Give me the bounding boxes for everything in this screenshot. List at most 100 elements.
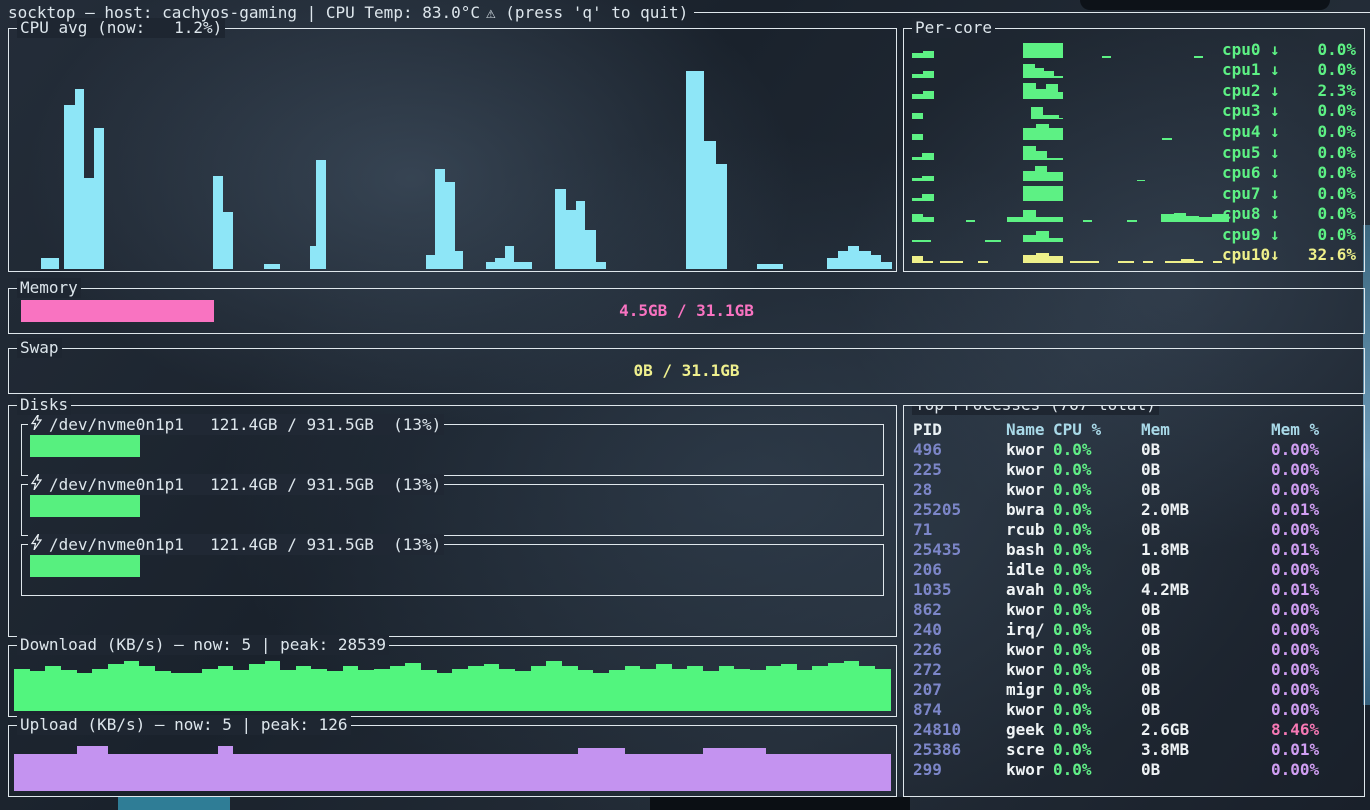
cpu10-spark-bar (923, 261, 932, 263)
download-bar (531, 666, 547, 711)
process-pid: 496 (913, 440, 1006, 460)
disk-gauge: 13% (30, 435, 875, 457)
cpu6-sparkline (912, 164, 1229, 181)
upload-bar (124, 754, 140, 791)
download-bar (343, 666, 359, 711)
download-bar (766, 666, 782, 711)
disk-gauge-fill (30, 495, 140, 517)
download-bar (14, 669, 30, 711)
cpu1-value: 0.0% (1280, 60, 1356, 79)
cpu10-spark-bar (940, 261, 962, 263)
cpu-avg-bar (75, 89, 85, 269)
download-history-chart (14, 658, 891, 711)
process-pid: 207 (913, 680, 1006, 700)
cpu6-spark-bar (1137, 180, 1145, 181)
upload-bar (797, 754, 813, 791)
cpu-avg-bar (316, 160, 326, 269)
disk-row-title: /dev/nvme0n1p1 121.4GB / 931.5GB (13%) (28, 474, 444, 495)
disk-gauge-fill (30, 555, 140, 577)
cpu-avg-bar (505, 246, 514, 269)
cpu2-spark-bar (1023, 83, 1036, 99)
process-cpu: 0.0% (1053, 660, 1141, 680)
process-row: 25386scre0.0%3.8MB0.01% (913, 740, 1360, 760)
cpu10-spark-bar (1070, 261, 1089, 263)
download-bar (171, 673, 187, 711)
cpu0-spark-bar (1194, 56, 1203, 58)
process-mem: 0B (1141, 680, 1271, 700)
download-bar (311, 669, 327, 711)
swap-panel: Swap 0B / 31.1GB (8, 348, 1365, 394)
cpu3-sparkline (912, 103, 1229, 120)
download-bar (77, 673, 93, 711)
process-mem: 0B (1141, 560, 1271, 580)
cpu9-value: 0.0% (1280, 225, 1356, 244)
down-arrow-icon: ↓ (1270, 184, 1280, 203)
cpu7-sparkline (912, 185, 1229, 202)
process-cpu: 0.0% (1053, 480, 1141, 500)
column-header-mem: Mem (1141, 420, 1271, 440)
cpu0-spark-bar (923, 51, 934, 58)
process-name: bwra (1006, 500, 1053, 520)
process-pid: 225 (913, 460, 1006, 480)
process-mempct: 0.00% (1271, 460, 1360, 480)
cpu7-name: cpu7 (1222, 184, 1270, 203)
cpu9-spark-bar (912, 240, 931, 243)
disks-panel-title: Disks (17, 395, 71, 415)
upload-panel-title: Upload (KB/s) — now: 5 | peak: 126 (17, 715, 351, 735)
cpu7-spark-bar (912, 198, 922, 202)
download-bar (703, 671, 719, 711)
app-title: socktop — host: cachyos-gaming | CPU Tem… (8, 3, 480, 22)
cpu8-sparkline (912, 205, 1229, 222)
cpu2-spark-bar (1058, 92, 1063, 99)
upload-bar (202, 754, 218, 791)
process-mem: 0B (1141, 660, 1271, 680)
process-row: 225kwor0.0%0B0.00% (913, 460, 1360, 480)
disk-device-name: /dev/nvme0n1p1 (49, 535, 184, 555)
cpu4-value: 0.0% (1280, 122, 1356, 141)
download-bar (672, 669, 688, 711)
upload-bar (515, 754, 531, 791)
process-pid: 299 (913, 760, 1006, 780)
cpu1-spark-bar (1035, 68, 1044, 78)
per-core-panel: Per-core cpu0↓0.0%cpu1↓0.0%cpu2↓2.3%cpu3… (903, 28, 1365, 272)
cpu1-name: cpu1 (1222, 60, 1270, 79)
download-bar (296, 666, 312, 711)
cpu0-label: cpu0↓0.0% (1222, 39, 1356, 60)
cpu0-spark-bar (912, 53, 923, 57)
cpu-avg-bar (881, 262, 892, 269)
socktop-terminal-window: socktop — host: cachyos-gaming | CPU Tem… (0, 0, 1370, 810)
process-name: rcub (1006, 520, 1053, 540)
upload-panel: Upload (KB/s) — now: 5 | peak: 126 (8, 725, 897, 797)
column-header-name: Name (1006, 420, 1053, 440)
lightning-icon (31, 414, 42, 435)
cpu10-name: cpu10 (1222, 245, 1270, 264)
download-bar (734, 669, 750, 711)
download-bar (233, 670, 249, 711)
process-name: kwor (1006, 640, 1053, 660)
cpu3-spark-bar (1043, 115, 1059, 119)
cpu6-spark-bar (922, 176, 934, 181)
upload-history-chart (14, 738, 891, 791)
cpu5-spark-bar (1036, 151, 1047, 160)
download-bar (186, 673, 202, 711)
per-core-row-cpu3: cpu3↓0.0% (912, 101, 1358, 122)
upload-bar (218, 746, 234, 791)
process-mem: 2.0MB (1141, 500, 1271, 520)
process-cpu: 0.0% (1053, 620, 1141, 640)
cpu5-value: 0.0% (1280, 143, 1356, 162)
download-bar (139, 666, 155, 711)
swap-panel-title: Swap (17, 338, 62, 358)
download-bar (218, 666, 234, 711)
cpu5-name: cpu5 (1222, 143, 1270, 162)
cpu8-spark-bar (1007, 217, 1023, 222)
download-bar (578, 670, 594, 711)
cpu8-spark-bar (1199, 217, 1212, 222)
cpu10-value: 32.6% (1280, 245, 1356, 264)
cpu3-spark-bar (912, 113, 923, 119)
download-bar (124, 661, 140, 711)
per-core-row-cpu5: cpu5↓0.0% (912, 142, 1358, 163)
upload-bar (249, 754, 265, 791)
download-bar (844, 661, 860, 711)
upload-bar (703, 748, 719, 791)
process-row: 240irq/0.0%0B0.00% (913, 620, 1360, 640)
